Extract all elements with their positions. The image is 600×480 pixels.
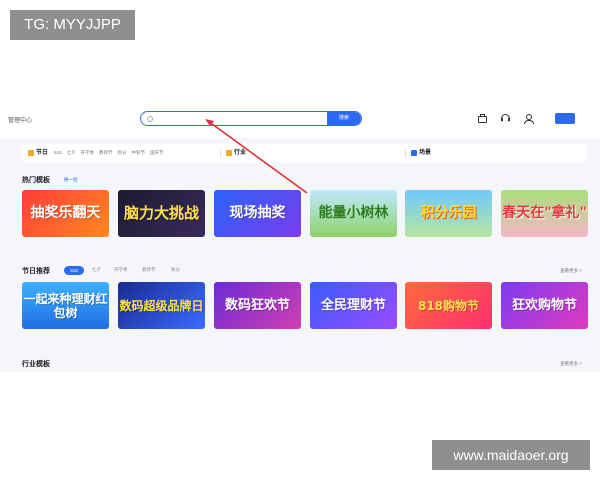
search-button[interactable]: 搜索 (327, 112, 361, 125)
divider (220, 149, 221, 157)
template-card[interactable]: 脑力大挑战 (118, 190, 205, 237)
scene-icon (411, 150, 417, 156)
template-card[interactable]: 积分乐园 (405, 190, 492, 237)
template-card[interactable]: 818购物节 (405, 282, 492, 329)
filter-autumn[interactable]: 秋分 (171, 267, 180, 273)
template-card[interactable]: 抽奖乐翻天 (22, 190, 109, 237)
filter-back-to-school[interactable]: 开学季 (114, 267, 128, 273)
category-scene: 场景 (405, 144, 462, 162)
pro-button[interactable] (555, 113, 575, 124)
search-box: 搜索 (140, 111, 362, 126)
category-industry: 行业 (220, 144, 277, 162)
tag-national-day[interactable]: 国庆节 (150, 150, 164, 155)
industry-icon (226, 150, 232, 156)
category-festival: 节日 818 七夕 开学季 教师节 秋分 中秋节 国庆节 (28, 144, 169, 162)
switch-batch-link[interactable]: 换一批 (64, 177, 78, 183)
user-icon[interactable] (524, 114, 534, 124)
filter-818[interactable]: 818 (64, 266, 84, 275)
template-card[interactable]: 能量小树林 (310, 190, 397, 237)
card-title: 能量小树林 (318, 205, 389, 221)
category-bar: 节日 818 七夕 开学季 教师节 秋分 中秋节 国庆节 行业 场景 (22, 144, 586, 162)
top-bar: 管理中心 搜索 (0, 102, 600, 138)
industry-title: 行业模板 (22, 361, 50, 368)
tag-back-to-school[interactable]: 开学季 (81, 150, 95, 155)
tag-818[interactable]: 818 (54, 150, 62, 155)
filter-qixi[interactable]: 七夕 (92, 267, 101, 273)
card-title: 数码狂欢节 (224, 298, 290, 313)
template-card[interactable]: 狂欢购物节 (501, 282, 588, 329)
search-icon (147, 116, 153, 122)
card-title: 818购物节 (417, 298, 480, 313)
card-title: 脑力大挑战 (123, 204, 199, 222)
watermark-bottom-right: www.maidaoer.org (432, 440, 590, 470)
search-input[interactable] (155, 113, 315, 124)
filter-teachers-day[interactable]: 教师节 (142, 267, 156, 273)
hot-templates-title: 热门模板 (22, 177, 50, 184)
template-card[interactable]: 现场抽奖 (214, 190, 301, 237)
template-card[interactable]: 一起来种理财红包树 (22, 282, 109, 329)
screenshot-area: 管理中心 搜索 节日 818 七夕 开学季 教师节 秋分 中秋节 国庆节 行业 场景 热门模板… (0, 102, 600, 372)
card-title: 一起来种理财红包树 (23, 291, 108, 320)
card-title: 全民理财节 (320, 298, 386, 313)
card-title: 抽奖乐翻天 (30, 205, 101, 221)
card-title: 积分乐园 (420, 205, 477, 221)
template-card[interactable]: 数码狂欢节 (214, 282, 301, 329)
category-title[interactable]: 场景 (419, 150, 431, 156)
tag-qixi[interactable]: 七夕 (67, 150, 76, 155)
category-title[interactable]: 节日 (36, 150, 48, 156)
card-title: 数码超级品牌日 (119, 298, 204, 313)
brand-label[interactable]: 管理中心 (8, 115, 32, 124)
tag-mid-autumn[interactable]: 中秋节 (132, 150, 146, 155)
more-link[interactable]: 查看更多 > (560, 361, 582, 367)
tag-autumn[interactable]: 秋分 (118, 150, 127, 155)
template-card[interactable]: 数码超级品牌日 (118, 282, 205, 329)
festival-title: 节日推荐 (22, 268, 50, 275)
more-link[interactable]: 查看更多 > (560, 268, 582, 274)
calendar-icon (28, 150, 34, 156)
template-card[interactable]: 春天在"拿礼" (501, 190, 588, 237)
tag-teachers-day[interactable]: 教师节 (99, 150, 113, 155)
template-card[interactable]: 全民理财节 (310, 282, 397, 329)
card-title: 春天在"拿礼" (502, 205, 587, 221)
divider (405, 149, 406, 157)
card-title: 现场抽奖 (229, 205, 286, 221)
headset-icon[interactable] (501, 114, 510, 123)
briefcase-icon[interactable] (478, 114, 487, 123)
category-title[interactable]: 行业 (234, 150, 246, 156)
watermark-top-left: TG: MYYJJPP (10, 10, 135, 40)
card-title: 狂欢购物节 (511, 298, 577, 313)
